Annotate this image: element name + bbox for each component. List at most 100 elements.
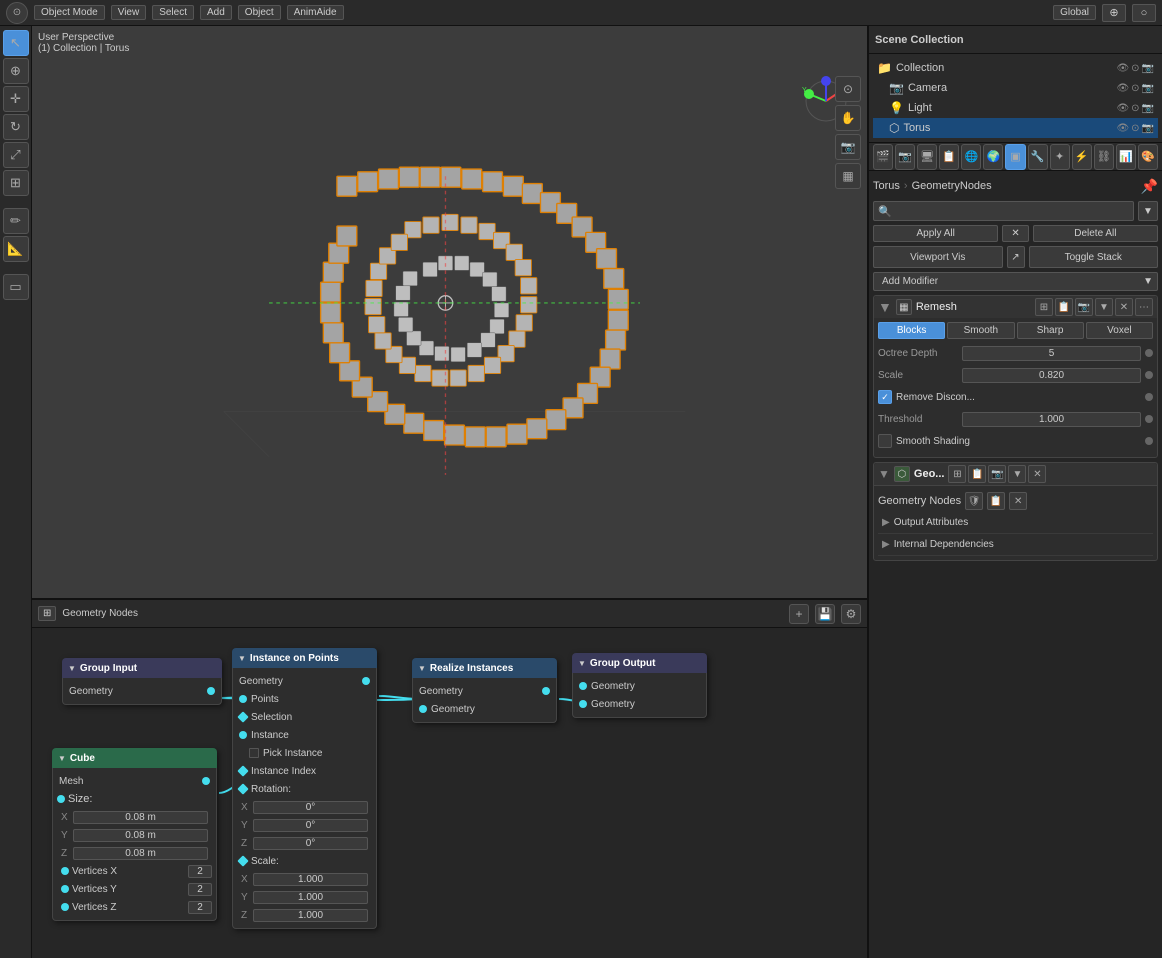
render-icon[interactable]: 📷 [1142, 63, 1154, 74]
transform-tool-btn[interactable]: ⊞ [3, 170, 29, 196]
ri-geo-out-socket[interactable] [542, 687, 550, 695]
iop-selection-socket[interactable] [237, 711, 248, 722]
move-tool-btn[interactable]: ✛ [3, 86, 29, 112]
light-eye[interactable]: 👁 [1116, 103, 1129, 114]
size-x-val[interactable]: 0.08 m [73, 811, 208, 824]
scale-tool-btn[interactable]: ⤢ [3, 142, 29, 168]
iop-points-socket[interactable] [239, 695, 247, 703]
iop-instance-socket[interactable] [239, 731, 247, 739]
select-tool-btn[interactable]: ↖ [3, 30, 29, 56]
modifiers-tab[interactable]: 🔧 [1028, 144, 1048, 170]
viewport-vis-btn[interactable]: Viewport Vis [873, 246, 1003, 268]
add-menu[interactable]: Add [200, 5, 232, 20]
vertices-x-val[interactable]: 2 [188, 865, 212, 878]
size-y-val[interactable]: 0.08 m [73, 829, 208, 842]
collection-item-root[interactable]: 📁 Collection 👁 ⊙ 📷 [873, 58, 1158, 78]
ri-geo-in-socket[interactable] [419, 705, 427, 713]
pin-icon[interactable]: 📌 [1141, 178, 1158, 195]
view-layer-tab[interactable]: 📋 [939, 144, 959, 170]
remesh-down-btn[interactable]: ▼ [1095, 298, 1113, 316]
rotate-tool-btn[interactable]: ↻ [3, 114, 29, 140]
cam-vp[interactable]: ⊙ [1131, 83, 1139, 94]
geo-node-settings-btn[interactable]: ⚙ [841, 604, 861, 624]
scale-x-val[interactable]: 1.000 [253, 873, 368, 886]
iop-geo-out-socket[interactable] [362, 677, 370, 685]
remove-discon-checkbox[interactable]: ✓ [878, 390, 892, 404]
geo-mod-node-btn[interactable]: ⊞ [948, 465, 966, 483]
go-collapse-arrow[interactable]: ▼ [578, 659, 586, 668]
geo-node-new-btn[interactable]: + [789, 604, 809, 624]
smooth-shading-checkbox[interactable] [878, 434, 892, 448]
collection-item-camera[interactable]: 📷 Camera 👁 ⊙ 📷 [873, 78, 1158, 98]
pan-btn[interactable]: ✋ [835, 105, 861, 131]
box-select-btn[interactable]: ▭ [3, 274, 29, 300]
group-output-node[interactable]: ▼ Group Output Geometry Geometry [572, 653, 707, 718]
blender-logo[interactable]: ⊙ [6, 2, 28, 24]
geo-mod-down-btn[interactable]: ▼ [1008, 465, 1026, 483]
delete-all-btn[interactable]: Delete All [1033, 225, 1158, 242]
add-modifier-btn[interactable]: Add Modifier ▼ [873, 272, 1158, 291]
geometry-out-socket[interactable] [207, 687, 215, 695]
measure-tool-btn[interactable]: 📐 [3, 236, 29, 262]
material-tab[interactable]: 🎨 [1138, 144, 1158, 170]
remesh-header[interactable]: ▼ ▦ Remesh ⊞ 📋 📷 ▼ ✕ ⋯ [874, 296, 1157, 318]
go-geo-socket[interactable] [579, 682, 587, 690]
output-props-tab[interactable]: 🖥 [917, 144, 937, 170]
scene-tab[interactable]: 🌐 [961, 144, 981, 170]
internal-deps-row[interactable]: ▶ Internal Dependencies [878, 534, 1153, 556]
constraints-tab[interactable]: ⛓ [1094, 144, 1114, 170]
apply-all-x-btn[interactable]: ✕ [1002, 225, 1028, 242]
light-rend[interactable]: 📷 [1142, 103, 1154, 114]
instance-on-points-node[interactable]: ▼ Instance on Points Geometry Points [232, 648, 377, 929]
search-options-btn[interactable]: ▼ [1138, 201, 1158, 221]
select-menu[interactable]: Select [152, 5, 194, 20]
apply-all-btn[interactable]: Apply All [873, 225, 998, 242]
group-input-node[interactable]: ▼ Group Input Geometry [62, 658, 222, 705]
torus-eye[interactable]: 👁 [1116, 123, 1129, 134]
remesh-camera-btn[interactable]: 📷 [1075, 298, 1093, 316]
geo-nodes-mod-header[interactable]: ▼ ⬡ Geo... ⊞ 📋 📷 ▼ ✕ [874, 463, 1157, 485]
world-tab[interactable]: 🌍 [983, 144, 1003, 170]
vertices-y-val[interactable]: 2 [188, 883, 212, 896]
cam-eye[interactable]: 👁 [1116, 83, 1129, 94]
cam-rend[interactable]: 📷 [1142, 83, 1154, 94]
object-props-tab[interactable]: ▣ [1005, 144, 1025, 170]
sharp-tab[interactable]: Sharp [1017, 322, 1084, 339]
cube-collapse-arrow[interactable]: ▼ [58, 754, 66, 763]
transform-orientation[interactable]: Global [1053, 5, 1096, 20]
cube-node[interactable]: ▼ Cube Mesh Size: X [52, 748, 217, 921]
eye-icon[interactable]: 👁 [1116, 63, 1129, 74]
collection-item-light[interactable]: 💡 Light 👁 ⊙ 📷 [873, 98, 1158, 118]
node-collapse-arrow[interactable]: ▼ [68, 664, 76, 673]
object-mode-dropdown[interactable]: Object Mode [34, 5, 105, 20]
remesh-copy-btn[interactable]: 📋 [1055, 298, 1073, 316]
light-vp[interactable]: ⊙ [1131, 103, 1139, 114]
iop-rotation-socket[interactable] [237, 783, 248, 794]
cursor-tool-btn[interactable]: ⊕ [3, 58, 29, 84]
torus-vp[interactable]: ⊙ [1131, 123, 1139, 134]
search-box[interactable]: 🔍 [873, 201, 1134, 221]
voxel-tab[interactable]: Voxel [1086, 322, 1153, 339]
breadcrumb-torus[interactable]: Torus [873, 180, 900, 192]
iop-scale-socket[interactable] [237, 855, 248, 866]
editor-type-selector[interactable]: ⊞ [38, 606, 56, 621]
geo-node-save-btn[interactable]: 💾 [815, 604, 835, 624]
animaide-menu[interactable]: AnimAide [287, 5, 344, 20]
rot-y-val[interactable]: 0° [253, 819, 368, 832]
torus-rend[interactable]: 📷 [1142, 123, 1154, 134]
pick-instance-checkbox[interactable] [249, 748, 259, 758]
go-geo2-socket[interactable] [579, 700, 587, 708]
toggle-stack-btn[interactable]: Toggle Stack [1029, 246, 1159, 268]
rot-x-val[interactable]: 0° [253, 801, 368, 814]
iop-collapse-arrow[interactable]: ▼ [238, 654, 246, 663]
remesh-x-btn[interactable]: ✕ [1115, 298, 1133, 316]
size-z-val[interactable]: 0.08 m [73, 847, 208, 860]
blocks-tab[interactable]: Blocks [878, 322, 945, 339]
remesh-expand-btn[interactable]: ⊞ [1035, 298, 1053, 316]
particles-tab[interactable]: ✦ [1050, 144, 1070, 170]
collection-item-torus[interactable]: ⬡ Torus 👁 ⊙ 📷 [873, 118, 1158, 138]
data-tab[interactable]: 📊 [1116, 144, 1136, 170]
zoom-fit-btn[interactable]: ⊙ [835, 76, 861, 102]
viewport[interactable]: User Perspective (1) Collection | Torus … [32, 26, 867, 598]
ri-collapse-arrow[interactable]: ▼ [418, 664, 426, 673]
